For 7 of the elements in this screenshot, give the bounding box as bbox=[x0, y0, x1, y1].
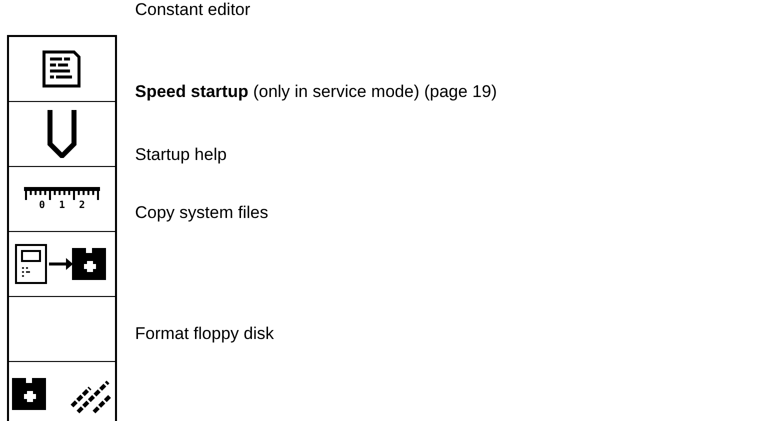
softkey-description: Constant editor bbox=[135, 0, 252, 20]
document-icon[interactable] bbox=[42, 50, 82, 88]
softkey-description: Speed startup (only in service mode) (page 19) bbox=[135, 82, 497, 102]
softkey-description: Copy system files bbox=[135, 203, 270, 223]
softkey-description: Startup help bbox=[135, 145, 228, 165]
tool-icon[interactable] bbox=[45, 110, 79, 158]
softkey-description: Format floppy disk bbox=[135, 324, 275, 344]
